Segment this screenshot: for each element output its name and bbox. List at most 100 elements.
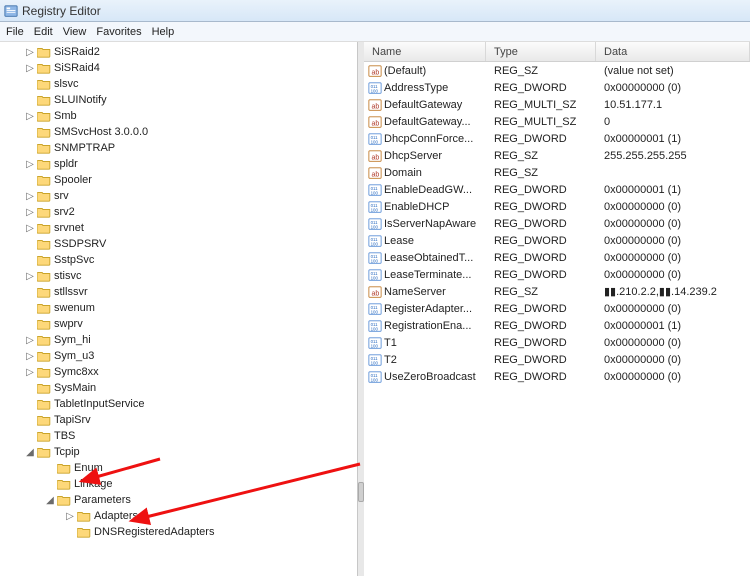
tree-item[interactable]: ▷Symc8xx [0, 364, 357, 380]
tree-item[interactable]: ▷srv [0, 188, 357, 204]
value-row[interactable]: 011100LeaseTerminate...REG_DWORD0x000000… [364, 266, 750, 283]
expand-collapse-icon[interactable]: ◢ [24, 446, 36, 458]
expand-icon[interactable]: ▷ [24, 350, 36, 362]
folder-icon [37, 190, 51, 202]
expand-icon[interactable]: ▷ [24, 46, 36, 58]
tree-item[interactable]: SysMain [0, 380, 357, 396]
expand-collapse-icon[interactable]: ◢ [44, 494, 56, 506]
value-row[interactable]: 011100AddressTypeREG_DWORD0x00000000 (0) [364, 79, 750, 96]
svg-text:ab: ab [372, 290, 380, 297]
value-row[interactable]: 011100RegistrationEna...REG_DWORD0x00000… [364, 317, 750, 334]
folder-icon [37, 142, 51, 154]
value-type: REG_DWORD [486, 320, 596, 332]
svg-text:100: 100 [371, 309, 379, 314]
tree-item[interactable]: ▷spldr [0, 156, 357, 172]
tree-item[interactable]: ▷srv2 [0, 204, 357, 220]
expand-icon[interactable]: ▷ [64, 510, 76, 522]
value-row[interactable]: 011100EnableDHCPREG_DWORD0x00000000 (0) [364, 198, 750, 215]
tree-item[interactable]: TBS [0, 428, 357, 444]
binary-value-icon: 011100 [368, 251, 382, 265]
folder-icon [37, 334, 51, 346]
tree-item[interactable]: ▷stisvc [0, 268, 357, 284]
value-row[interactable]: 011100T1REG_DWORD0x00000000 (0) [364, 334, 750, 351]
string-value-icon: ab [368, 98, 382, 112]
expand-icon[interactable]: ▷ [24, 110, 36, 122]
expand-icon[interactable]: ▷ [24, 366, 36, 378]
value-row[interactable]: abDefaultGateway...REG_MULTI_SZ0 [364, 113, 750, 130]
value-data: 0x00000000 (0) [596, 82, 750, 94]
value-row[interactable]: 011100IsServerNapAwareREG_DWORD0x0000000… [364, 215, 750, 232]
value-row[interactable]: 011100RegisterAdapter...REG_DWORD0x00000… [364, 300, 750, 317]
value-row[interactable]: 011100UseZeroBroadcastREG_DWORD0x0000000… [364, 368, 750, 385]
value-row[interactable]: abNameServerREG_SZ▮▮.210.2.2,▮▮.14.239.2 [364, 283, 750, 300]
tree-item[interactable]: SSDPSRV [0, 236, 357, 252]
binary-value-icon: 011100 [368, 217, 382, 231]
tree-item[interactable]: ▷SiSRaid2 [0, 44, 357, 60]
expand-icon[interactable]: ▷ [24, 270, 36, 282]
tree-item[interactable]: DNSRegisteredAdapters [0, 524, 357, 540]
expand-icon[interactable]: ▷ [24, 62, 36, 74]
value-row[interactable]: 011100DhcpConnForce...REG_DWORD0x0000000… [364, 130, 750, 147]
expand-icon[interactable]: ▷ [24, 158, 36, 170]
svg-text:100: 100 [371, 377, 379, 382]
tree-item[interactable]: TapiSrv [0, 412, 357, 428]
value-row[interactable]: 011100LeaseObtainedT...REG_DWORD0x000000… [364, 249, 750, 266]
tree-item[interactable]: Linkage [0, 476, 357, 492]
string-value-icon: ab [368, 166, 382, 180]
tree-item[interactable]: ▷srvnet [0, 220, 357, 236]
tree-item[interactable]: ▷Sym_hi [0, 332, 357, 348]
menu-edit[interactable]: Edit [34, 26, 53, 38]
tree-item[interactable]: swprv [0, 316, 357, 332]
svg-text:ab: ab [372, 171, 380, 178]
value-row[interactable]: 011100EnableDeadGW...REG_DWORD0x00000001… [364, 181, 750, 198]
regedit-icon [4, 4, 18, 18]
tree-item[interactable]: Spooler [0, 172, 357, 188]
tree-item-label: swprv [54, 318, 83, 330]
menu-favorites[interactable]: Favorites [96, 26, 141, 38]
tree-item[interactable]: slsvc [0, 76, 357, 92]
tree-item[interactable]: stllssvr [0, 284, 357, 300]
tree-pane[interactable]: ▷SiSRaid2▷SiSRaid4slsvcSLUINotify ▷ Smb SMS… [0, 42, 358, 576]
tree-item[interactable]: ◢Parameters [0, 492, 357, 508]
column-header-type[interactable]: Type [486, 42, 596, 61]
value-type: REG_DWORD [486, 235, 596, 247]
tree-item[interactable]: TabletInputService [0, 396, 357, 412]
value-row[interactable]: abDhcpServerREG_SZ255.255.255.255 [364, 147, 750, 164]
column-header-name[interactable]: Name [364, 42, 486, 61]
expand-icon[interactable]: ▷ [24, 190, 36, 202]
value-row[interactable]: 011100T2REG_DWORD0x00000000 (0) [364, 351, 750, 368]
menu-help[interactable]: Help [152, 26, 175, 38]
tree-item[interactable]: Enum [0, 460, 357, 476]
tree-item-label: Smb [54, 110, 77, 122]
expand-icon[interactable]: ▷ [24, 206, 36, 218]
tree-item[interactable]: SNMPTRAP [0, 140, 357, 156]
tree-item[interactable]: ▷SiSRaid4 [0, 60, 357, 76]
folder-icon [57, 478, 71, 490]
column-header-data[interactable]: Data [596, 42, 750, 61]
folder-icon [37, 302, 51, 314]
menu-file[interactable]: File [6, 26, 24, 38]
tree-item[interactable]: ▷ Smb [0, 108, 357, 124]
tree-item[interactable]: SLUINotify [0, 92, 357, 108]
binary-value-icon: 011100 [368, 302, 382, 316]
value-data: 0x00000000 (0) [596, 371, 750, 383]
splitter[interactable] [358, 42, 364, 576]
tree-item-label: SMSvcHost 3.0.0.0 [54, 126, 148, 138]
tree-item[interactable]: swenum [0, 300, 357, 316]
value-row[interactable]: ab(Default)REG_SZ(value not set) [364, 62, 750, 79]
tree-item[interactable]: SMSvcHost 3.0.0.0 [0, 124, 357, 140]
tree-item[interactable]: ◢Tcpip [0, 444, 357, 460]
value-row[interactable]: abDefaultGatewayREG_MULTI_SZ10.51.177.1 [364, 96, 750, 113]
splitter-grip-icon[interactable] [358, 482, 364, 502]
binary-value-icon: 011100 [368, 132, 382, 146]
folder-icon [37, 238, 51, 250]
tree-item-label: stllssvr [54, 286, 88, 298]
tree-item[interactable]: SstpSvc [0, 252, 357, 268]
menu-view[interactable]: View [63, 26, 87, 38]
expand-icon[interactable]: ▷ [24, 334, 36, 346]
expand-icon[interactable]: ▷ [24, 222, 36, 234]
tree-item[interactable]: ▷Adapters [0, 508, 357, 524]
value-row[interactable]: abDomainREG_SZ [364, 164, 750, 181]
value-row[interactable]: 011100LeaseREG_DWORD0x00000000 (0) [364, 232, 750, 249]
tree-item[interactable]: ▷Sym_u3 [0, 348, 357, 364]
